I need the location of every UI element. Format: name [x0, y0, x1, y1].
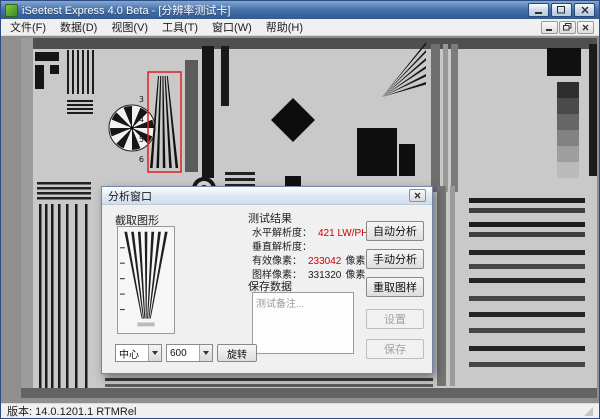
svg-text:6: 6 — [139, 155, 144, 164]
menu-help[interactable]: 帮助(H) — [259, 18, 310, 36]
recapture-button[interactable]: 重取图样 — [366, 277, 424, 297]
result-row-vertical: 垂直解析度： — [252, 238, 312, 253]
dialog-close-icon — [414, 192, 421, 199]
captured-wedge-preview — [117, 226, 175, 334]
size-select-value: 600 — [167, 345, 199, 361]
auto-analyze-button[interactable]: 自动分析 — [366, 221, 424, 241]
manual-analyze-button[interactable]: 手动分析 — [366, 249, 424, 269]
result-row-effective: 有效像素：233042像素 — [252, 252, 365, 267]
position-select[interactable]: 中心 — [115, 344, 162, 362]
close-icon — [581, 6, 589, 14]
app-icon — [5, 4, 18, 17]
version-text: 版本: 14.0.1201.1 RTMRel — [7, 403, 136, 419]
chevron-down-icon — [203, 351, 209, 355]
settings-button[interactable]: 设置 — [366, 309, 424, 329]
chevron-down-icon — [152, 351, 158, 355]
mdi-close-button[interactable] — [577, 21, 594, 34]
close-button[interactable] — [574, 3, 595, 17]
chart-horizontal-bars-mid — [225, 172, 255, 187]
menu-data[interactable]: 数据(D) — [53, 18, 104, 36]
gray-step-scale — [557, 82, 579, 178]
analysis-dialog: 分析窗口 截取图形 — [101, 186, 433, 374]
dialog-title-bar[interactable]: 分析窗口 — [102, 187, 432, 205]
save-button[interactable]: 保存 — [366, 339, 424, 359]
dialog-title: 分析窗口 — [108, 188, 152, 204]
resize-grip[interactable] — [584, 407, 593, 416]
menu-window[interactable]: 窗口(W) — [205, 18, 259, 36]
mdi-minimize-icon — [546, 24, 553, 31]
menu-tools[interactable]: 工具(T) — [155, 18, 205, 36]
position-select-arrow[interactable] — [148, 345, 161, 361]
minimize-button[interactable] — [528, 3, 549, 17]
chart-black-bar — [202, 46, 214, 178]
mdi-restore-icon — [563, 23, 572, 31]
pattern-pixels-value: 331320 — [308, 270, 341, 281]
chart-gray-bar — [185, 60, 198, 172]
rotate-button[interactable]: 旋转 — [217, 344, 257, 362]
size-select[interactable]: 600 — [166, 344, 213, 362]
captured-wedge-image — [118, 227, 174, 333]
minimize-icon — [535, 6, 543, 14]
note-textarea[interactable] — [252, 292, 354, 354]
mdi-window-controls — [541, 21, 597, 34]
title-bar[interactable]: iSeetest Express 4.0 Beta - [分辨率测试卡] — [1, 1, 599, 19]
chart-right-strips — [431, 44, 458, 192]
status-bar: 版本: 14.0.1201.1 RTMRel — [1, 403, 599, 418]
menu-bar: 文件(F) 数据(D) 视图(V) 工具(T) 窗口(W) 帮助(H) — [1, 19, 599, 36]
menu-file[interactable]: 文件(F) — [3, 18, 53, 36]
svg-text:5: 5 — [139, 135, 144, 144]
maximize-icon — [557, 6, 566, 14]
app-window: iSeetest Express 4.0 Beta - [分辨率测试卡] 文件(… — [0, 0, 600, 419]
mdi-minimize-button[interactable] — [541, 21, 558, 34]
document-area: 3 4 5 6 — [1, 36, 599, 403]
pattern-pixels-unit: 像素 — [345, 270, 365, 281]
menu-view[interactable]: 视图(V) — [104, 18, 155, 36]
size-select-arrow[interactable] — [199, 345, 212, 361]
window-title: iSeetest Express 4.0 Beta - [分辨率测试卡] — [22, 2, 528, 18]
mdi-restore-button[interactable] — [559, 21, 576, 34]
dialog-close-button[interactable] — [409, 189, 426, 202]
maximize-button[interactable] — [551, 3, 572, 17]
svg-text:3: 3 — [139, 95, 144, 104]
mdi-close-icon — [582, 24, 589, 31]
position-select-value: 中心 — [116, 345, 148, 361]
svg-text:4: 4 — [139, 115, 144, 124]
